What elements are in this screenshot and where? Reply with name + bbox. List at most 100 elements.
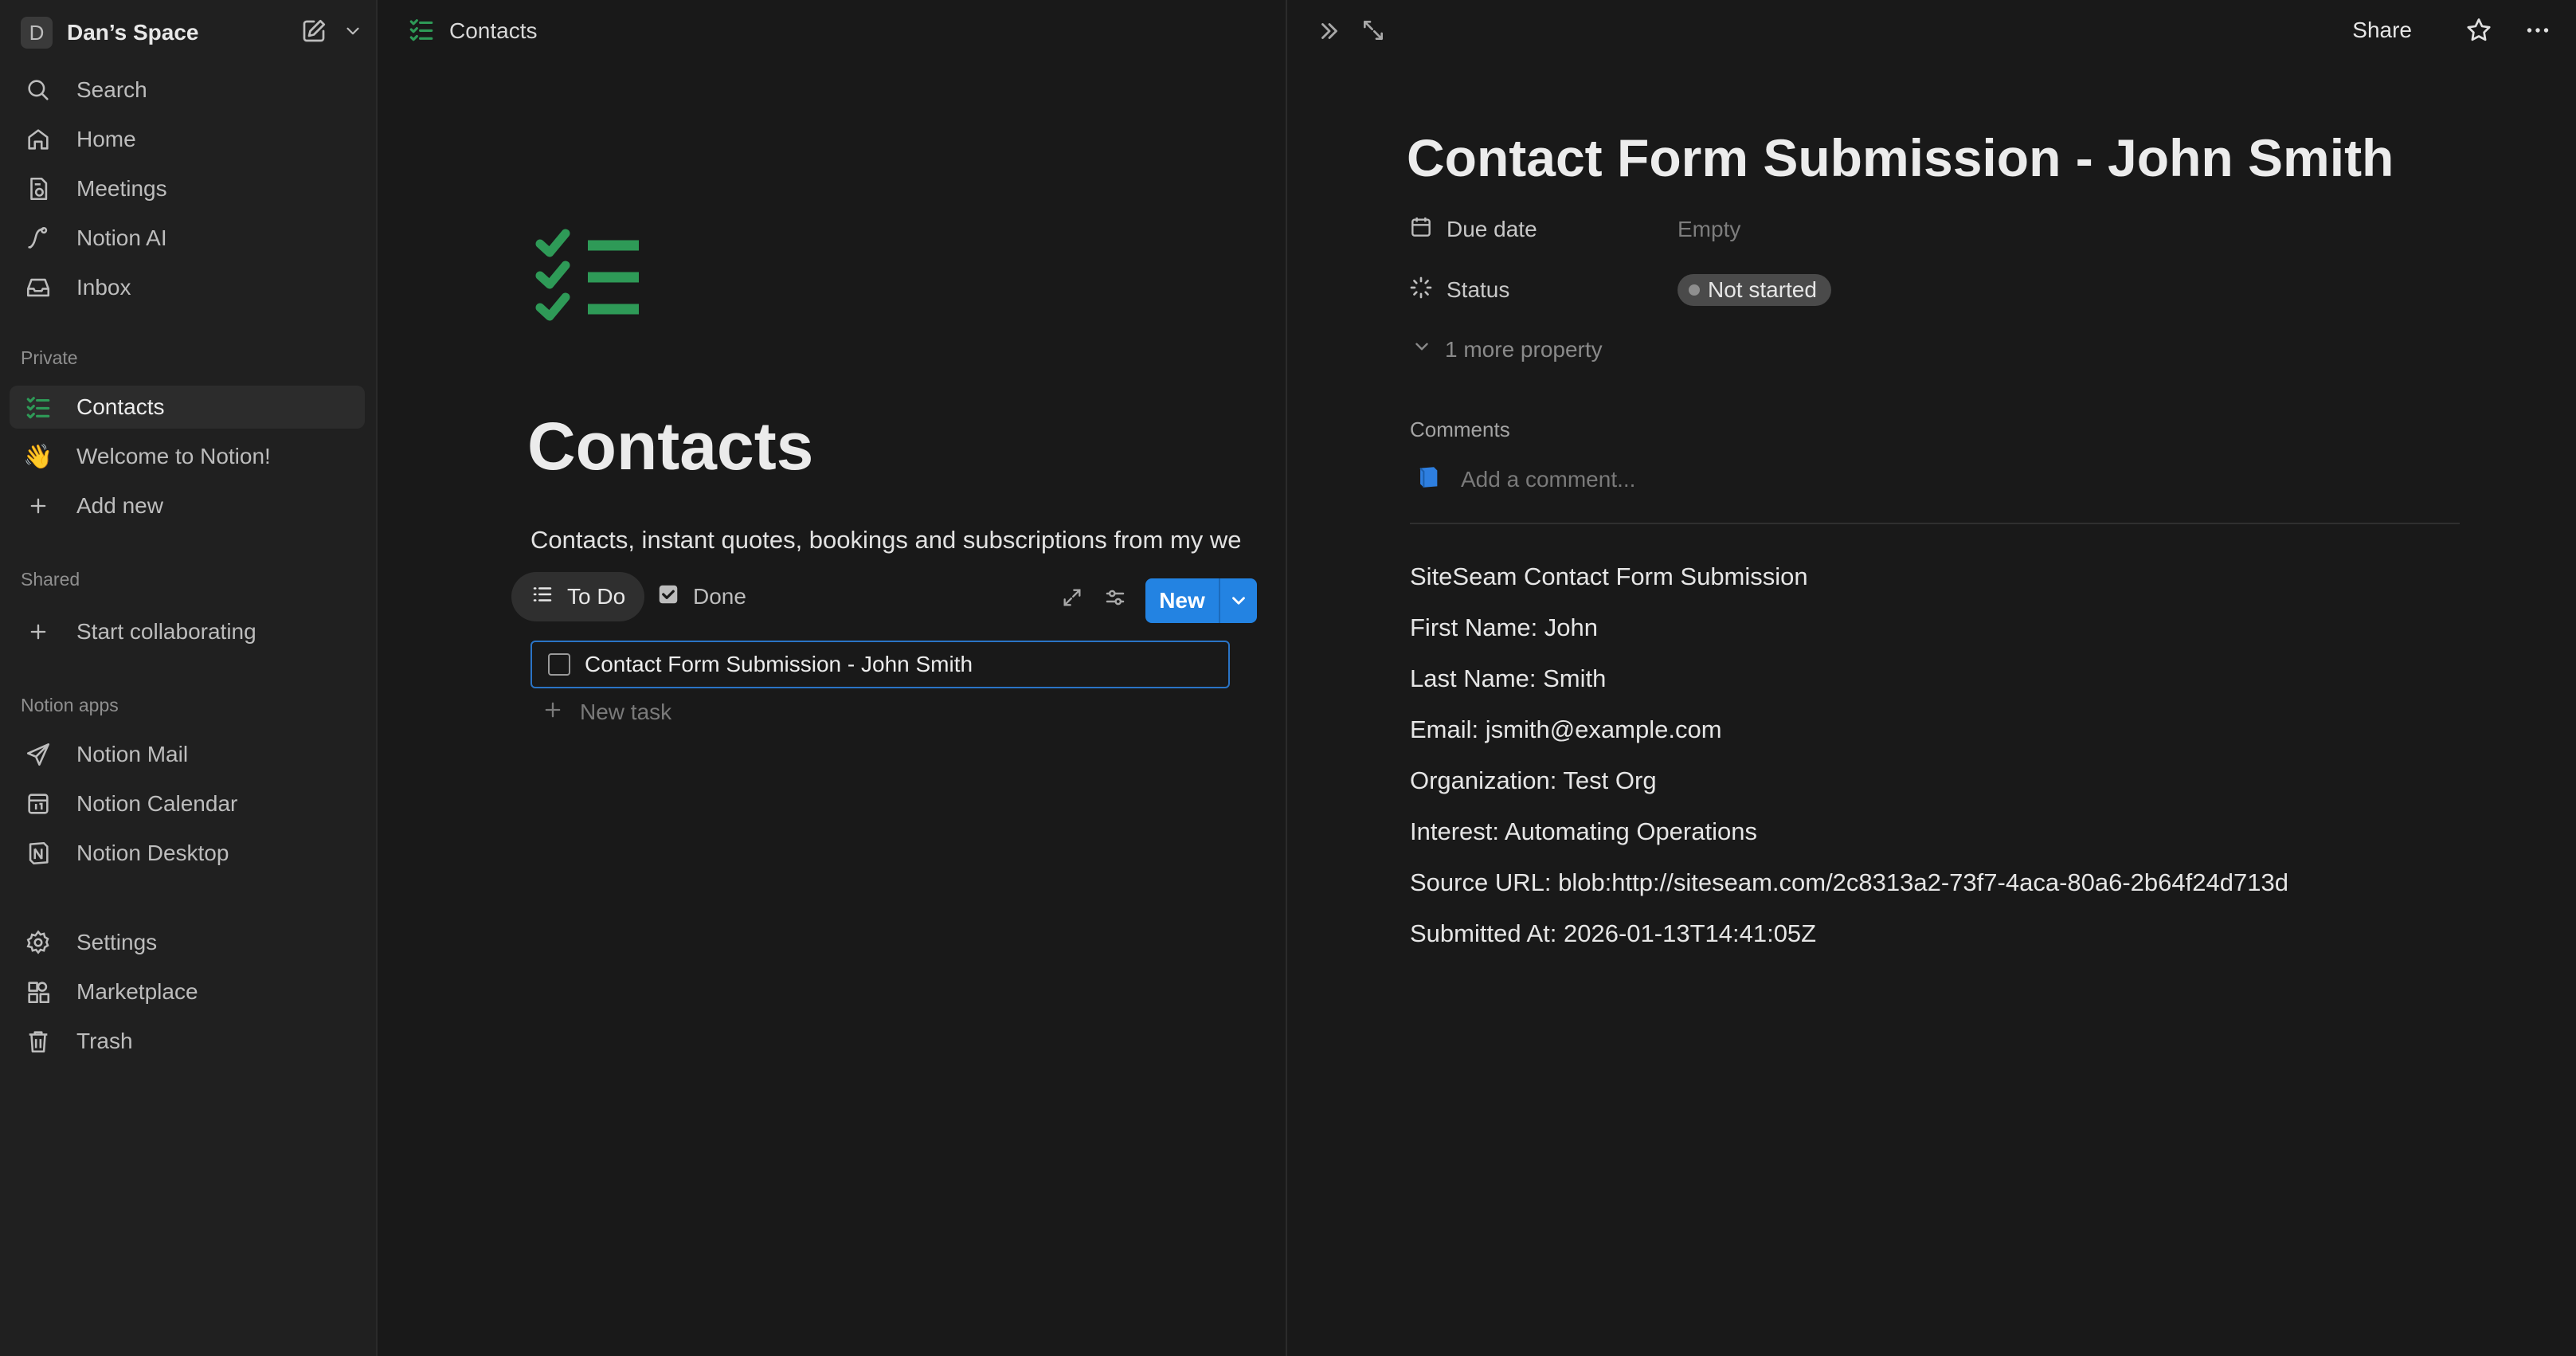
search-icon xyxy=(22,74,54,106)
sidebar-item-meetings[interactable]: Meetings xyxy=(10,167,365,210)
sidebar-item-settings[interactable]: Settings xyxy=(10,921,365,964)
sidebar-item-label: Home xyxy=(76,127,136,151)
more-options-icon[interactable] xyxy=(2522,16,2554,49)
send-icon xyxy=(22,739,54,770)
sidebar-item-inbox[interactable]: Inbox xyxy=(10,266,365,309)
more-property-toggle[interactable]: 1 more property xyxy=(1411,336,1603,363)
sidebar-item-search[interactable]: Search xyxy=(10,69,365,112)
section-label-shared: Shared xyxy=(21,569,80,590)
checklist-icon xyxy=(408,16,435,47)
detail-panel: Share Contact Form Submission - John Smi… xyxy=(1286,0,2576,1356)
sidebar-item-welcome[interactable]: 👋 Welcome to Notion! xyxy=(10,435,365,478)
checkbox-checked-icon xyxy=(656,582,680,612)
status-dot xyxy=(1689,284,1700,296)
comment-placeholder: Add a comment... xyxy=(1461,466,1636,492)
section-label-notion-apps: Notion apps xyxy=(21,695,119,715)
sidebar-item-label: Welcome to Notion! xyxy=(76,444,271,468)
sidebar-item-label: Notion Calendar xyxy=(76,791,238,816)
page-description[interactable]: Contacts, instant quotes, bookings and s… xyxy=(530,526,1286,555)
filter-settings-icon[interactable] xyxy=(1101,583,1129,612)
star-icon[interactable] xyxy=(2464,16,2493,49)
sidebar-item-label: Notion Desktop xyxy=(76,841,229,865)
new-task-label: New task xyxy=(580,700,672,724)
avatar xyxy=(1415,464,1442,495)
status-badge[interactable]: Not started xyxy=(1678,274,1831,306)
trash-icon xyxy=(22,1025,54,1057)
sidebar-item-notion-mail[interactable]: Notion Mail xyxy=(10,733,365,776)
sidebar-item-marketplace[interactable]: Marketplace xyxy=(10,970,365,1013)
comments-heading: Comments xyxy=(1410,417,1510,441)
sidebar-item-contacts[interactable]: Contacts xyxy=(10,386,365,429)
wave-emoji-icon: 👋 xyxy=(23,443,53,470)
share-button[interactable]: Share xyxy=(2352,18,2412,43)
doc-title[interactable]: Contact Form Submission - John Smith xyxy=(1407,127,2394,188)
new-task-button[interactable]: New task xyxy=(542,696,671,728)
body-line[interactable]: Last Name: Smith xyxy=(1410,664,1606,693)
property-value[interactable]: Empty xyxy=(1678,217,1740,242)
sidebar-item-notion-desktop[interactable]: Notion Desktop xyxy=(10,832,365,875)
status-spinner-icon xyxy=(1408,275,1434,306)
breadcrumb[interactable]: Contacts xyxy=(408,14,538,48)
comment-input[interactable]: Add a comment... xyxy=(1415,464,1635,495)
workspace-avatar: D xyxy=(21,17,53,49)
section-label-private: Private xyxy=(21,347,78,368)
body-line[interactable]: Organization: Test Org xyxy=(1410,766,1657,795)
sidebar-item-start-collaborating[interactable]: Start collaborating xyxy=(10,610,365,653)
page-title: Contacts xyxy=(527,409,814,484)
list-icon xyxy=(530,582,554,612)
body-line[interactable]: Email: jsmith@example.com xyxy=(1410,715,1722,744)
checklist-icon xyxy=(22,391,54,423)
new-page-icon[interactable] xyxy=(299,17,328,49)
notion-ai-icon xyxy=(22,222,54,254)
sidebar-item-label: Contacts xyxy=(76,394,165,419)
database-panel: Contacts Contacts Contacts, instant quot… xyxy=(378,0,1286,1356)
plus-icon xyxy=(542,699,564,727)
tab-to-do[interactable]: To Do xyxy=(511,572,645,621)
sidebar-item-label: Meetings xyxy=(76,176,167,201)
body-line[interactable]: First Name: John xyxy=(1410,613,1598,642)
expand-icon[interactable] xyxy=(1058,583,1086,612)
tab-done[interactable]: Done xyxy=(637,572,765,621)
sidebar-item-label: Trash xyxy=(76,1029,133,1053)
sidebar: D Dan’s Space Search Home Meetings Notio… xyxy=(0,0,378,1356)
workspace-name: Dan’s Space xyxy=(67,20,199,45)
property-name: Status xyxy=(1447,277,1510,302)
task-title[interactable]: Contact Form Submission - John Smith xyxy=(585,652,973,677)
calendar-icon xyxy=(22,788,54,820)
full-page-icon[interactable] xyxy=(1360,18,1386,49)
new-button[interactable]: New xyxy=(1145,578,1257,623)
property-due-date[interactable]: Due date Empty xyxy=(1408,212,1740,247)
body-line[interactable]: SiteSeam Contact Form Submission xyxy=(1410,562,1808,591)
page-checklist-icon[interactable] xyxy=(534,228,645,332)
new-button-label: New xyxy=(1159,588,1205,613)
sidebar-item-notion-ai[interactable]: Notion AI xyxy=(10,217,365,260)
chevron-down-icon[interactable] xyxy=(343,21,363,45)
sidebar-item-notion-calendar[interactable]: Notion Calendar xyxy=(10,782,365,825)
sidebar-item-add-new[interactable]: Add new xyxy=(10,484,365,527)
workspace-switcher[interactable]: D Dan’s Space xyxy=(21,16,363,49)
status-label: Not started xyxy=(1708,277,1817,302)
body-line[interactable]: Interest: Automating Operations xyxy=(1410,817,1757,846)
meetings-icon xyxy=(22,173,54,205)
calendar-icon xyxy=(1408,214,1434,245)
sidebar-item-label: Search xyxy=(76,77,147,102)
sidebar-item-home[interactable]: Home xyxy=(10,118,365,161)
breadcrumb-label: Contacts xyxy=(449,18,538,43)
body-line[interactable]: Submitted At: 2026-01-13T14:41:05Z xyxy=(1410,919,1816,948)
sidebar-item-label: Settings xyxy=(76,930,158,954)
plus-icon xyxy=(22,616,54,648)
sidebar-item-label: Start collaborating xyxy=(76,619,256,644)
sidebar-item-label: Notion AI xyxy=(76,225,167,250)
body-line[interactable]: Source URL: blob:http://siteseam.com/2c8… xyxy=(1410,868,2288,897)
property-name: Due date xyxy=(1447,217,1537,241)
chevron-down-icon[interactable] xyxy=(1220,590,1257,611)
tab-label: Done xyxy=(693,584,746,609)
sidebar-item-trash[interactable]: Trash xyxy=(10,1020,365,1063)
property-status[interactable]: Status Not started xyxy=(1408,272,1831,308)
plus-icon xyxy=(22,490,54,522)
divider xyxy=(1410,523,2460,524)
task-checkbox[interactable] xyxy=(548,653,570,676)
close-panel-icon[interactable] xyxy=(1316,18,1343,49)
task-row[interactable]: Contact Form Submission - John Smith xyxy=(530,641,1230,688)
chevron-down-icon xyxy=(1411,336,1432,363)
